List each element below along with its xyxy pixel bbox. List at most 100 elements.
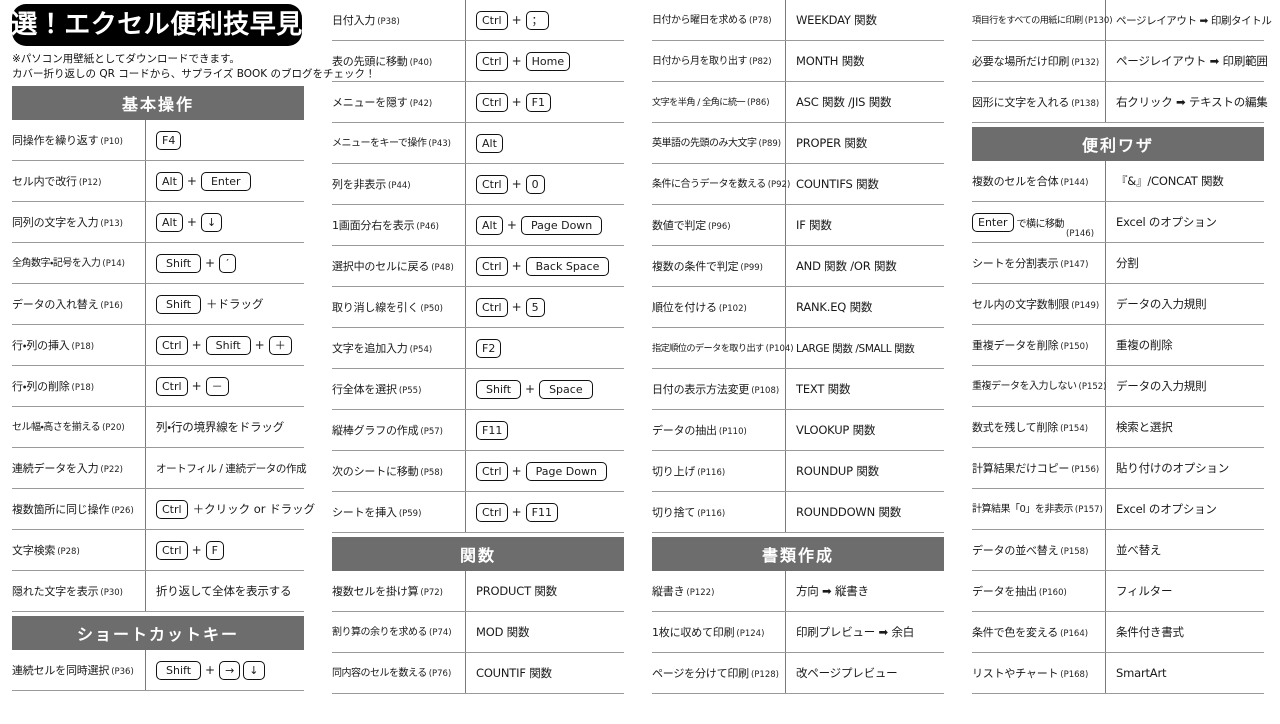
- keycap: F: [205, 540, 224, 560]
- plus-separator: +: [186, 215, 197, 230]
- row-value-cell: LARGE 関数 /SMALL 関数: [796, 342, 915, 355]
- row-value-cell: Alt + ↓: [146, 202, 304, 242]
- row-value-cell: F11: [466, 410, 624, 450]
- row-label-cell: 文字を半角 / 全角に統一 (P86): [652, 82, 786, 122]
- table-row: 行全体を選択 (P55) Shift + Space: [332, 369, 624, 410]
- keycap: ′: [219, 253, 237, 273]
- row-label-text: 行全体を選択: [332, 383, 397, 396]
- row-label-cell: 割り算の余りを求める (P74): [332, 612, 466, 652]
- row-label-cell: 1画面分右を表示 (P46): [332, 205, 466, 245]
- rows-tips: 複数のセルを合体 (P144) 『&』/CONCAT 関数 Enter で横に移動 (P1…: [968, 161, 1272, 694]
- row-label-cell: 複数の条件で判定 (P99): [652, 246, 786, 286]
- table-row: 条件で色を変える (P164) 条件付き書式: [972, 612, 1264, 653]
- row-label-cell: 選択中のセルに戻る (P48): [332, 246, 466, 286]
- page-reference: (P46): [416, 222, 439, 232]
- row-label-cell: 複数セルを掛け算 (P72): [332, 571, 466, 611]
- column-2: 日付入力 (P38) Ctrl +；表の先頭に移動 (P40) Ctrl + Home メニュー…: [320, 0, 640, 724]
- row-label-text: 文字を追加入力: [332, 342, 408, 355]
- keycap: Alt: [476, 215, 503, 235]
- row-label-cell: 数式を残して削除 (P154): [972, 407, 1106, 447]
- table-row: 図形に文字を入れる (P138) 右クリック ➡ テキストの編集: [972, 82, 1268, 123]
- row-label-cell: 数値で判定 (P96): [652, 205, 786, 245]
- keycap: Ctrl: [156, 540, 188, 560]
- row-label-text: データの入れ替え: [12, 298, 99, 312]
- plus-separator: +: [511, 464, 522, 478]
- plus-separator: +: [511, 54, 522, 68]
- keycap: Back Space: [525, 256, 610, 276]
- row-value-cell: 条件付き書式: [1116, 625, 1184, 639]
- table-row: 日付入力 (P38) Ctrl +；: [332, 0, 624, 41]
- row-label-text: ページを分けて印刷: [652, 667, 749, 680]
- keycap: Page Down: [525, 461, 607, 481]
- table-row: 文字検索 (P28) Ctrl + F: [12, 530, 304, 572]
- page-reference: (P99): [740, 263, 763, 273]
- row-label-text: シートを挿入: [332, 506, 397, 519]
- table-row: 列を非表示 (P44) Ctrl +0: [332, 164, 624, 205]
- table-row: シートを挿入 (P59) Ctrl + F11: [332, 492, 624, 533]
- row-value-cell: PRODUCT 関数: [476, 584, 557, 598]
- table-row: 1画面分右を表示 (P46) Alt + Page Down: [332, 205, 624, 246]
- row-label-text: 取り消し線を引く: [332, 301, 419, 314]
- rows-shortcut-cont: 日付入力 (P38) Ctrl +；表の先頭に移動 (P40) Ctrl + Home メニュー…: [328, 0, 632, 533]
- row-value-cell: ASC 関数 /JIS 関数: [796, 95, 892, 109]
- table-row: メニューを隠す (P42) Ctrl + F1: [332, 82, 624, 123]
- page-reference: (P26): [111, 506, 134, 517]
- row-value-cell: AND 関数 /OR 関数: [796, 259, 897, 273]
- row-label-cell: データの抽出 (P110): [652, 410, 786, 450]
- row-label-cell: メニューを隠す (P42): [332, 82, 466, 122]
- section-title-document: 書類作成: [761, 546, 834, 565]
- page-reference: (P89): [758, 139, 782, 149]
- table-row: 必要な場所だけ印刷 (P132) ページレイアウト ➡ 印刷範囲: [972, 41, 1268, 82]
- page-reference: (P156): [1071, 465, 1100, 475]
- table-row: 日付の表示方法変更 (P108) TEXT 関数: [652, 369, 944, 410]
- row-value-cell: オートフィル / 連続データの作成: [156, 462, 307, 475]
- page-reference: (P44): [388, 181, 411, 191]
- row-value-cell: Ctrl +0: [466, 164, 624, 204]
- row-label-cell: メニューをキーで操作 (P43): [332, 123, 466, 163]
- keycap: F2: [476, 338, 502, 358]
- row-label-text: 必要な場所だけ印刷: [972, 55, 1070, 68]
- row-label-cell: 計算結果「0」を非表示 (P157): [972, 489, 1106, 529]
- row-value-cell: Shift + Space: [466, 369, 624, 409]
- table-row: 文字を半角 / 全角に統一 (P86) ASC 関数 /JIS 関数: [652, 82, 944, 123]
- row-value-cell: Ctrl +；: [466, 0, 624, 40]
- table-row: データの並べ替え (P158) 並べ替え: [972, 530, 1264, 571]
- row-label-cell: セル内で改行 (P12): [12, 161, 146, 202]
- row-label-text: セル内で改行: [12, 175, 77, 189]
- row-label-cell: データの入れ替え (P16): [12, 284, 146, 325]
- row-label-text: データを抽出: [972, 585, 1037, 598]
- row-label-cell: 文字検索 (P28): [12, 530, 146, 571]
- page-reference: (P124): [736, 629, 765, 639]
- row-label-text: 日付入力: [332, 14, 376, 27]
- row-label-cell: 英単語の先頭のみ大文字 (P89): [652, 123, 786, 163]
- row-label-cell: 日付の表示方法変更 (P108): [652, 369, 786, 409]
- table-row: 切り上げ (P116) ROUNDUP 関数: [652, 451, 944, 492]
- row-label-cell: 切り上げ (P116): [652, 451, 786, 491]
- plus-separator: +: [205, 256, 216, 271]
- rows-document: 縦書き (P122) 方向 ➡ 縦書き 1枚に収めて印刷 (P124) 印刷プレビュー ➡…: [648, 571, 952, 694]
- table-row: 順位を付ける (P102) RANK.EQ 関数: [652, 287, 944, 328]
- page-reference: (P152): [1078, 382, 1107, 392]
- row-label-text: 数値で判定: [652, 219, 706, 232]
- row-label-cell: 行・列の削除 (P18): [12, 366, 146, 407]
- column-4: 項目行をすべての用紙に印刷 (P130) ページレイアウト ➡ 印刷タイトル 必要な場…: [960, 0, 1280, 724]
- note-line-1: ※パソコン用壁紙としてダウンロードできます。: [12, 53, 240, 65]
- table-row: 計算結果だけコピー (P156) 貼り付けのオプション: [972, 448, 1264, 489]
- keycap: 5: [525, 297, 545, 317]
- row-label-text: データの並べ替え: [972, 544, 1059, 557]
- page-reference: (P30): [100, 588, 123, 599]
- row-label-cell: 取り消し線を引く (P50): [332, 287, 466, 327]
- keycap: Shift: [205, 335, 251, 355]
- row-label-text: リストやチャート: [972, 667, 1059, 680]
- row-label-cell: シートを分割表示 (P147): [972, 243, 1106, 283]
- row-value-cell: Excel のオプション: [1116, 215, 1217, 229]
- row-label-cell: 表の先頭に移動 (P40): [332, 41, 466, 81]
- table-row: 縦書き (P122) 方向 ➡ 縦書き: [652, 571, 944, 612]
- row-label-cell: 日付から曜日を求める (P78): [652, 0, 786, 40]
- row-value-cell: RANK.EQ 関数: [796, 300, 873, 314]
- table-row: データを抽出 (P160) フィルター: [972, 571, 1264, 612]
- row-label-cell: 条件に合うデータを数える (P92): [652, 164, 790, 204]
- row-label-text: 1枚に収めて印刷: [652, 626, 735, 639]
- table-row: データの抽出 (P110) VLOOKUP 関数: [652, 410, 944, 451]
- row-label-text: 複数セルを掛け算: [332, 585, 419, 598]
